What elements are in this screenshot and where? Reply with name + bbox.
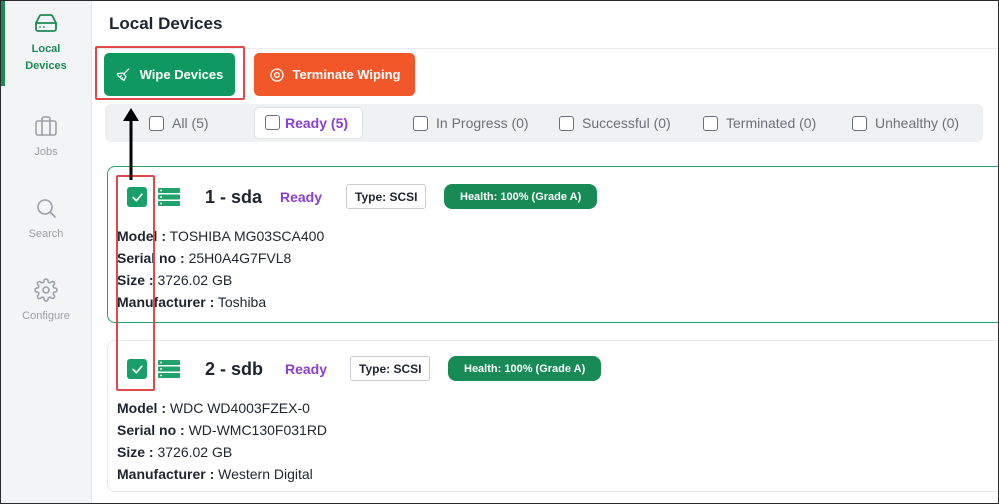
filter-checkbox[interactable] (559, 115, 574, 131)
device-name: 1 - sda (205, 187, 263, 207)
wipe-button-highlight (95, 46, 245, 100)
filter-checkbox[interactable] (703, 115, 718, 131)
sidebar-item-jobs[interactable]: Jobs (0, 94, 92, 180)
sidebar-item-local-devices[interactable]: Local Devices (0, 0, 92, 86)
model-row: Model : WDC WD4003FZEX-0 (117, 397, 327, 419)
stop-circle-icon (269, 67, 284, 82)
page-title: Local Devices (109, 14, 223, 33)
serial-value: WD-WMC130F031RD (188, 422, 328, 438)
terminate-wiping-button[interactable]: Terminate Wiping (254, 53, 415, 96)
device-card[interactable]: 2 - sdb Ready Type: SCSI Health: 100% (G… (107, 340, 999, 492)
serial-row: Serial no : WD-WMC130F031RD (117, 419, 327, 441)
serial-value: 25H0A4G7FVL8 (188, 250, 292, 266)
sidebar-item-configure[interactable]: Configure (0, 258, 92, 344)
terminate-wiping-label: Terminate Wiping (292, 67, 401, 82)
hard-drive-icon (35, 14, 57, 32)
device-type-badge: Type: SCSI (346, 184, 427, 209)
device-type-badge: Type: SCSI (350, 356, 431, 381)
sidebar-item-search[interactable]: Search (0, 176, 92, 262)
device-name: 2 - sdb (205, 359, 264, 379)
manufacturer-label: Manufacturer : (117, 466, 215, 482)
filter-checkbox[interactable] (852, 115, 867, 131)
filter-label: All (5) (172, 115, 209, 131)
checkbox-column-highlight (116, 175, 155, 391)
gear-icon (34, 277, 58, 302)
filter-tab-successful[interactable]: Successful (0) (559, 108, 671, 138)
filter-label: In Progress (0) (436, 115, 529, 131)
filter-tab-in-progress[interactable]: In Progress (0) (413, 108, 529, 138)
filter-label: Terminated (0) (726, 115, 817, 131)
manufacturer-row: Manufacturer : Western Digital (117, 463, 327, 485)
sidebar-item-label: Configure (22, 309, 70, 322)
model-label: Model : (117, 400, 166, 416)
filter-tab-all[interactable]: All (5) (149, 108, 209, 138)
model-value: WDC WD4003FZEX-0 (169, 400, 310, 416)
filter-label: Successful (0) (582, 115, 671, 131)
pointer-arrow (123, 108, 139, 180)
size-row: Size : 3726.02 GB (117, 441, 327, 463)
filter-tab-terminated[interactable]: Terminated (0) (703, 108, 816, 138)
manufacturer-value: Toshiba (217, 294, 267, 310)
filter-tab-ready[interactable]: Ready (5) (254, 107, 364, 139)
sidebar: Local Devices Jobs Search Configure (0, 0, 92, 504)
filter-tab-unhealthy[interactable]: Unhealthy (0) (852, 108, 959, 138)
sidebar-item-label: Jobs (34, 145, 58, 158)
filter-label: Ready (5) (285, 115, 349, 131)
filter-checkbox[interactable] (149, 115, 164, 131)
status-filter-bar: All (5) Ready (5) In Progress (0) Succes… (105, 104, 983, 142)
health-badge: Health: 100% (Grade A) (444, 184, 598, 209)
device-properties: Model : WDC WD4003FZEX-0 Serial no : WD-… (117, 397, 327, 485)
server-stack-icon (158, 360, 180, 378)
device-status: Ready (280, 189, 323, 205)
size-label: Size : (117, 444, 154, 460)
briefcase-icon (35, 115, 57, 136)
device-status: Ready (285, 361, 328, 377)
filter-label: Unhealthy (0) (875, 115, 960, 131)
model-value: TOSHIBA MG03SCA400 (169, 228, 325, 244)
search-icon (37, 198, 56, 218)
health-badge: Health: 100% (Grade A) (448, 356, 602, 381)
sidebar-item-label: Local Devices (25, 43, 67, 72)
serial-label: Serial no : (117, 422, 185, 438)
active-indicator (0, 0, 5, 86)
filter-checkbox[interactable] (265, 115, 280, 130)
manufacturer-value: Western Digital (218, 466, 313, 482)
sidebar-item-label: Search (28, 227, 64, 240)
size-value: 3726.02 GB (157, 444, 233, 460)
device-card[interactable]: 1 - sda Ready Type: SCSI Health: 100% (G… (107, 166, 999, 323)
filter-checkbox[interactable] (413, 115, 428, 131)
size-value: 3726.02 GB (157, 272, 233, 288)
server-stack-icon (158, 188, 180, 206)
